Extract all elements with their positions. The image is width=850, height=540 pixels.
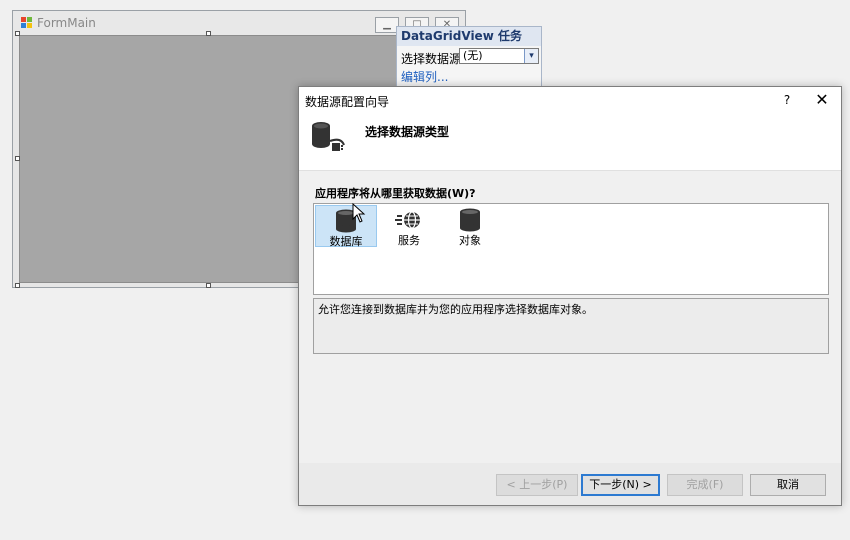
datagridview-tasks-panel: DataGridView 任务 选择数据源: (无) ▾ 编辑列...	[396, 26, 542, 88]
tasks-panel-header: DataGridView 任务	[397, 27, 541, 46]
dialog-titlebar: 数据源配置向导 ? ✕	[299, 87, 841, 113]
form-app-icon	[21, 17, 33, 29]
datasource-type-label: 服务	[398, 234, 420, 247]
next-button[interactable]: 下一步(N) >	[581, 474, 660, 496]
object-icon	[460, 208, 480, 232]
resize-handle-left[interactable]	[15, 156, 20, 161]
datasource-wizard-icon	[311, 121, 349, 155]
mouse-pointer-icon	[352, 202, 366, 223]
help-button[interactable]: ?	[777, 91, 797, 109]
form-title: FormMain	[37, 16, 96, 30]
datasource-question-label: 应用程序将从哪里获取数据(W)?	[315, 187, 476, 200]
datasource-type-service[interactable]: 服务	[378, 205, 440, 247]
dialog-title: 数据源配置向导	[305, 95, 390, 109]
datasource-type-label: 对象	[459, 234, 481, 247]
resize-handle-bottom[interactable]	[206, 283, 211, 288]
datasource-type-object[interactable]: 对象	[439, 205, 501, 247]
datasource-select-value: (无)	[463, 49, 483, 62]
back-button[interactable]: < 上一步(P)	[496, 474, 578, 496]
datasource-type-list[interactable]: 数据库 服务 对象	[313, 203, 829, 295]
wizard-header: 选择数据源类型	[299, 113, 841, 171]
resize-handle-bottom-left[interactable]	[15, 283, 20, 288]
datasource-type-label: 数据库	[329, 235, 363, 248]
datasource-select[interactable]: (无) ▾	[459, 48, 539, 64]
cancel-button[interactable]: 取消	[750, 474, 826, 496]
datasource-wizard-dialog: 数据源配置向导 ? ✕ 选择数据源类型 应用程序将从哪里获取数据(W)? 数据库…	[298, 86, 842, 506]
dialog-close-button[interactable]: ✕	[811, 90, 833, 110]
resize-handle-top[interactable]	[206, 31, 211, 36]
datasource-description: 允许您连接到数据库并为您的应用程序选择数据库对象。	[313, 298, 829, 354]
service-globe-icon	[395, 211, 420, 229]
finish-button[interactable]: 完成(F)	[667, 474, 743, 496]
edit-columns-link[interactable]: 编辑列...	[401, 68, 448, 85]
datasource-label: 选择数据源:	[401, 52, 466, 66]
chevron-down-icon[interactable]: ▾	[524, 49, 538, 63]
datasource-type-database[interactable]: 数据库	[315, 205, 377, 248]
wizard-step-title: 选择数据源类型	[365, 125, 450, 139]
resize-handle-top-left[interactable]	[15, 31, 20, 36]
